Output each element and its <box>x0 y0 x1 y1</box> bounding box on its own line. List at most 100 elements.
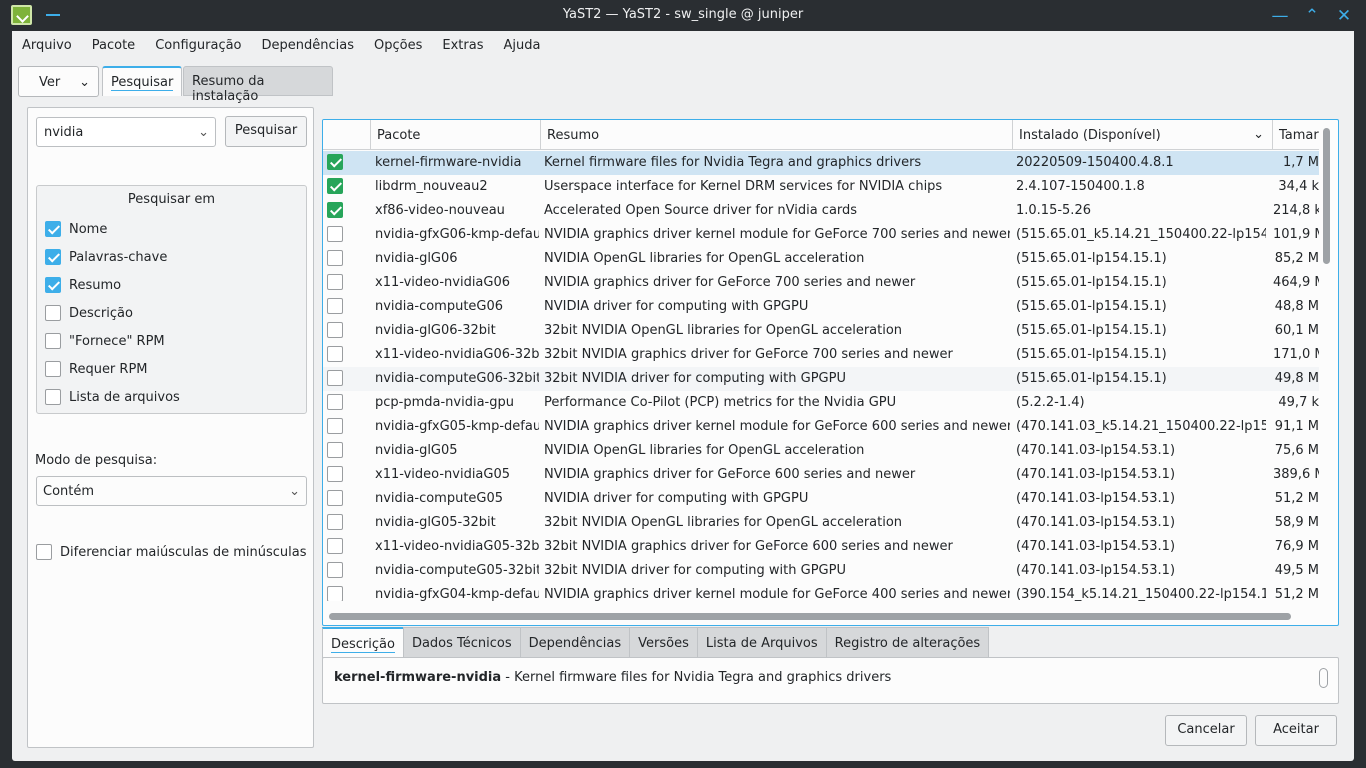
search-in-checkbox[interactable] <box>45 249 61 265</box>
menu-pacote[interactable]: Pacote <box>82 31 145 61</box>
package-status-checkbox[interactable] <box>327 538 343 554</box>
table-row[interactable]: x11-video-nvidiaG06-32bit 32bit NVIDIA gr… <box>323 343 1319 367</box>
table-row[interactable]: nvidia-computeG05-32bit 32bit NVIDIA driv… <box>323 559 1319 583</box>
table-header: Pacote Resumo Instalado (Disponível) ⌄ T… <box>323 120 1319 150</box>
search-in-checkbox[interactable] <box>45 305 61 321</box>
menu-configuracao[interactable]: Configuração <box>145 31 251 61</box>
table-row[interactable]: x11-video-nvidiaG06 NVIDIA graphics drive… <box>323 271 1319 295</box>
table-row[interactable]: nvidia-computeG06-32bit 32bit NVIDIA driv… <box>323 367 1319 391</box>
header-size[interactable]: Tamar <box>1273 120 1319 150</box>
close-icon[interactable]: ✕ <box>1334 6 1354 26</box>
package-status-checkbox[interactable] <box>327 322 343 338</box>
header-installed[interactable]: Instalado (Disponível) ⌄ <box>1013 120 1273 150</box>
header-package[interactable]: Pacote <box>371 120 541 150</box>
search-in-checkbox[interactable] <box>45 361 61 377</box>
case-sensitive-checkbox[interactable] <box>36 544 52 560</box>
chevron-down-icon: ⌄ <box>79 75 90 90</box>
details-tab-label: Dependências <box>528 636 622 651</box>
tab-search-label: Pesquisar <box>111 75 174 91</box>
package-status-checkbox[interactable] <box>327 226 343 242</box>
table-row[interactable]: nvidia-glG05-32bit 32bit NVIDIA OpenGL li… <box>323 511 1319 535</box>
package-status-checkbox[interactable] <box>327 442 343 458</box>
package-status-checkbox[interactable] <box>327 394 343 410</box>
accept-button[interactable]: Aceitar <box>1255 715 1337 746</box>
search-query: nvidia <box>44 125 84 140</box>
table-row[interactable]: kernel-firmware-nvidia Kernel firmware fi… <box>323 151 1319 175</box>
search-in-checkbox[interactable] <box>45 333 61 349</box>
package-status-checkbox[interactable] <box>327 466 343 482</box>
package-status-checkbox[interactable] <box>327 154 343 170</box>
package-status-checkbox[interactable] <box>327 346 343 362</box>
search-in-option[interactable]: Lista de arquivos <box>45 387 180 407</box>
tab-search[interactable]: Pesquisar <box>102 66 182 96</box>
package-status-checkbox[interactable] <box>327 274 343 290</box>
package-name-cell: x11-video-nvidiaG05 <box>375 467 511 482</box>
search-in-option[interactable]: Requer RPM <box>45 359 148 379</box>
horizontal-scrollbar[interactable] <box>329 613 1291 620</box>
package-status-checkbox[interactable] <box>327 418 343 434</box>
package-status-checkbox[interactable] <box>327 370 343 386</box>
table-row[interactable]: nvidia-gfxG05-kmp-default NVIDIA graphics… <box>323 415 1319 439</box>
menu-opcoes[interactable]: Opções <box>364 31 432 61</box>
package-status-checkbox[interactable] <box>327 178 343 194</box>
case-sensitive-option[interactable]: Diferenciar maiúsculas de minúsculas <box>36 544 306 560</box>
vertical-scrollbar[interactable] <box>1323 128 1330 264</box>
view-menu-button[interactable]: Ver ⌄ <box>18 66 99 97</box>
search-in-option[interactable]: Descrição <box>45 303 133 323</box>
maximize-icon[interactable]: ⌃ <box>1302 6 1322 26</box>
package-name-cell: x11-video-nvidiaG06 <box>375 275 511 290</box>
package-status-checkbox[interactable] <box>327 298 343 314</box>
search-button[interactable]: Pesquisar <box>225 116 307 147</box>
package-size-cell: 48,8 M <box>1274 299 1319 314</box>
description-scrollbar[interactable] <box>1319 668 1328 688</box>
details-tab-label: Descrição <box>331 637 395 653</box>
package-status-checkbox[interactable] <box>327 202 343 218</box>
details-tab[interactable]: Lista de Arquivos <box>696 627 827 658</box>
details-tab[interactable]: Dados Técnicos <box>402 627 521 658</box>
table-row[interactable]: libdrm_nouveau2 Userspace interface for K… <box>323 175 1319 199</box>
table-row[interactable]: x11-video-nvidiaG05 NVIDIA graphics drive… <box>323 463 1319 487</box>
header-summary[interactable]: Resumo <box>541 120 1013 150</box>
details-tab[interactable]: Registro de alterações <box>825 627 990 658</box>
package-status-checkbox[interactable] <box>327 514 343 530</box>
search-mode-select[interactable]: Contém ⌄ <box>36 476 307 506</box>
table-row[interactable]: nvidia-computeG06 NVIDIA driver for compu… <box>323 295 1319 319</box>
search-in-option[interactable]: Palavras-chave <box>45 247 167 267</box>
package-status-checkbox[interactable] <box>327 562 343 578</box>
search-in-checkbox[interactable] <box>45 221 61 237</box>
menu-ajuda[interactable]: Ajuda <box>493 31 550 61</box>
chevron-down-icon[interactable]: ⌄ <box>198 125 209 140</box>
details-tab[interactable]: Descrição <box>322 627 404 658</box>
search-in-option[interactable]: Nome <box>45 219 107 239</box>
table-body: kernel-firmware-nvidia Kernel firmware fi… <box>323 151 1319 601</box>
table-row[interactable]: nvidia-glG05 NVIDIA OpenGL libraries for … <box>323 439 1319 463</box>
search-input[interactable]: nvidia ⌄ <box>36 117 216 147</box>
search-in-option[interactable]: "Fornece" RPM <box>45 331 165 351</box>
table-row[interactable]: nvidia-glG06 NVIDIA OpenGL libraries for … <box>323 247 1319 271</box>
cancel-button[interactable]: Cancelar <box>1165 715 1247 746</box>
table-row[interactable]: x11-video-nvidiaG05-32bit 32bit NVIDIA gr… <box>323 535 1319 559</box>
table-row[interactable]: nvidia-gfxG04-kmp-default NVIDIA graphics… <box>323 583 1319 601</box>
menu-arquivo[interactable]: Arquivo <box>12 31 82 61</box>
tab-installation-summary[interactable]: Resumo da instalação <box>183 66 333 104</box>
table-row[interactable]: nvidia-glG06-32bit 32bit NVIDIA OpenGL li… <box>323 319 1319 343</box>
table-row[interactable]: nvidia-computeG05 NVIDIA driver for compu… <box>323 487 1319 511</box>
minimize-icon[interactable]: — <box>1270 6 1290 26</box>
package-status-checkbox[interactable] <box>327 250 343 266</box>
package-name-cell: nvidia-gfxG06-kmp-default <box>375 227 539 242</box>
package-status-checkbox[interactable] <box>327 490 343 506</box>
search-in-checkbox[interactable] <box>45 389 61 405</box>
search-in-checkbox[interactable] <box>45 277 61 293</box>
menu-dependencias[interactable]: Dependências <box>252 31 365 61</box>
package-status-checkbox[interactable] <box>327 586 343 601</box>
package-version-cell: (470.141.03-lp154.53.1) <box>1016 443 1176 458</box>
details-tab[interactable]: Versões <box>629 627 698 658</box>
menu-extras[interactable]: Extras <box>432 31 493 61</box>
details-tab[interactable]: Dependências <box>519 627 631 658</box>
package-version-cell: (470.141.03-lp154.53.1) <box>1016 563 1176 578</box>
table-row[interactable]: nvidia-gfxG06-kmp-default NVIDIA graphics… <box>323 223 1319 247</box>
search-in-option[interactable]: Resumo <box>45 275 121 295</box>
header-status[interactable] <box>323 120 371 150</box>
table-row[interactable]: pcp-pmda-nvidia-gpu Performance Co-Pilot … <box>323 391 1319 415</box>
table-row[interactable]: xf86-video-nouveau Accelerated Open Sourc… <box>323 199 1319 223</box>
